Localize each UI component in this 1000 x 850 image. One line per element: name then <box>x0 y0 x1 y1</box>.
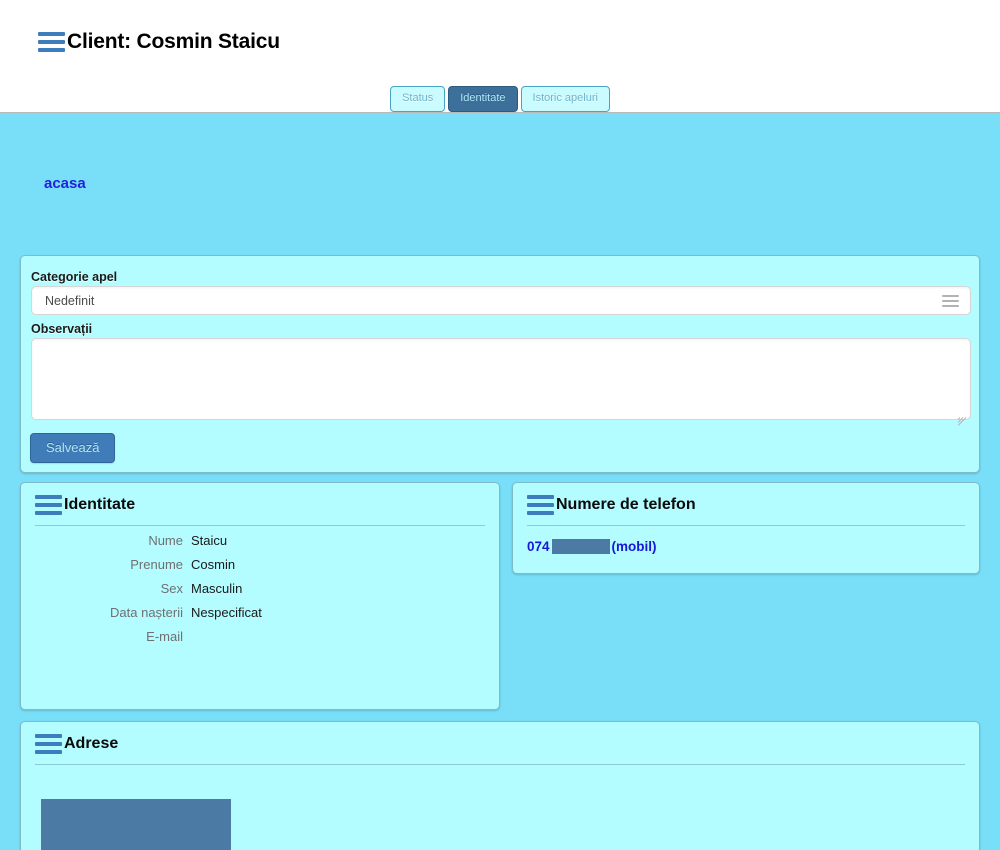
identitate-panel: Identitate Nume Staicu Prenume Cosmin Se… <box>20 482 500 710</box>
field-label: E-mail <box>146 629 183 644</box>
phone-number-type: (mobil) <box>611 539 657 554</box>
page-header: Client: Cosmin Staicu Status Identitate … <box>0 0 1000 113</box>
page-title-row: Client: Cosmin Staicu <box>38 31 280 52</box>
telefon-header: Numere de telefon <box>527 495 965 526</box>
adrese-title: Adrese <box>64 735 119 752</box>
identitate-header: Identitate <box>35 495 485 526</box>
identitate-row: Sex Masculin <box>21 577 499 601</box>
hamburger-icon <box>35 734 62 754</box>
identitate-field-list: Nume Staicu Prenume Cosmin Sex Masculin … <box>21 529 499 649</box>
adrese-header: Adrese <box>35 734 965 765</box>
field-label: Data nașterii <box>110 605 183 620</box>
hamburger-icon[interactable] <box>38 31 65 52</box>
redaction-block <box>551 539 610 554</box>
categorie-apel-label: Categorie apel <box>31 270 118 284</box>
field-value: Nespecificat <box>191 605 262 620</box>
hamburger-select-icon <box>942 294 959 307</box>
identitate-title: Identitate <box>64 496 136 513</box>
phone-number-prefix: 074 <box>527 539 550 554</box>
page-title: Client: Cosmin Staicu <box>67 30 280 53</box>
phone-number-link[interactable]: 074 (mobil) <box>527 539 657 554</box>
categorie-apel-value: Nedefinit <box>45 293 95 308</box>
identitate-row: Nume Staicu <box>21 529 499 553</box>
hamburger-icon <box>35 495 62 515</box>
identitate-row: E-mail <box>21 625 499 649</box>
tab-status[interactable]: Status <box>390 86 446 112</box>
field-value: Masculin <box>191 581 243 596</box>
telefon-title: Numere de telefon <box>556 496 696 513</box>
observatii-label: Observații <box>31 322 93 336</box>
field-value: Cosmin <box>191 557 236 572</box>
identitate-row: Prenume Cosmin <box>21 553 499 577</box>
tab-bar: Status Identitate Istoric apeluri <box>0 86 1000 112</box>
field-label: Nume <box>148 533 183 548</box>
numere-telefon-panel: Numere de telefon 074 (mobil) <box>512 482 980 574</box>
field-label: Prenume <box>130 557 183 572</box>
save-button[interactable]: Salvează <box>30 433 116 463</box>
identitate-row: Data nașterii Nespecificat <box>21 601 499 625</box>
call-form-panel: Categorie apel Nedefinit Observații <box>20 255 980 473</box>
field-value: Staicu <box>191 533 228 548</box>
field-label: Sex <box>160 581 183 596</box>
tab-identitate[interactable]: Identitate <box>448 86 518 112</box>
address-entry-label[interactable]: acasa <box>44 175 86 192</box>
redaction-block <box>41 799 231 850</box>
categorie-apel-select[interactable]: Nedefinit <box>31 286 971 315</box>
tab-istoric-apeluri[interactable]: Istoric apeluri <box>520 86 610 112</box>
page-body: Categorie apel Nedefinit Observații Salv… <box>0 113 1000 850</box>
hamburger-icon <box>527 495 554 515</box>
observatii-input[interactable] <box>31 338 971 420</box>
